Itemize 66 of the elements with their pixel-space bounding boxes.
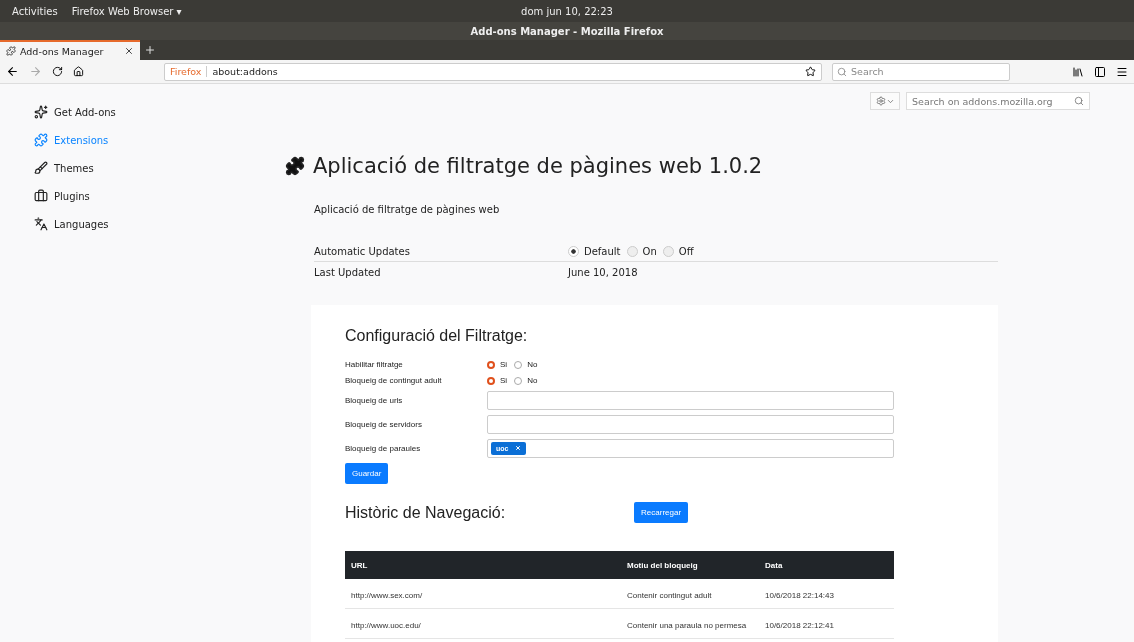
sidebar-item[interactable]: Languages <box>34 214 285 234</box>
sidebar-item[interactable]: Get Add-ons <box>34 102 285 122</box>
back-icon[interactable] <box>6 65 19 78</box>
input-field[interactable] <box>487 415 894 434</box>
addon-description: Aplicació de filtratge de pàgines web <box>314 204 501 215</box>
language-icon <box>34 217 48 231</box>
puzzle-icon <box>285 156 305 176</box>
sidebar-icon[interactable] <box>1094 65 1106 78</box>
tools-button[interactable] <box>870 92 900 110</box>
column-header: Data <box>765 560 784 570</box>
column-header: Motiu del bloqueig <box>627 560 699 570</box>
radio-option[interactable]: Si <box>487 376 508 385</box>
brush-icon <box>34 161 48 175</box>
menu-icon[interactable] <box>1116 65 1128 78</box>
puzzle-icon <box>6 46 16 56</box>
clock: dom jun 10, 22:23 <box>521 5 613 17</box>
briefcase-icon <box>34 189 48 203</box>
field-label: Bloqueig de contingut adult <box>345 376 443 385</box>
url-field[interactable]: Firefox about:addons <box>164 62 822 81</box>
field-label: Habilitar filtratge <box>345 360 404 369</box>
save-button[interactable]: Guardar <box>345 463 389 484</box>
table-cell-text: http://www.sex.com/ <box>351 590 424 602</box>
table-cell-text: 10/6/2018 22:12:41 <box>765 620 835 632</box>
search-field[interactable]: Search <box>832 62 1010 81</box>
radio-option[interactable]: Default <box>568 245 621 257</box>
addon-title: Aplicació de filtratge de pàgines web 1.0.2 <box>313 154 763 178</box>
reload-button[interactable]: Recarregar <box>634 502 689 523</box>
radio-option[interactable]: No <box>514 360 538 369</box>
sparkle-icon <box>34 105 48 119</box>
radio-option[interactable]: On <box>626 245 657 257</box>
addon-search-field[interactable]: Search on addons.mozilla.org <box>906 92 1090 110</box>
sidebar-item[interactable]: Themes <box>34 158 285 178</box>
close-icon[interactable] <box>124 46 134 56</box>
window-title: Add-ons Manager - Mozilla Firefox <box>0 22 1134 40</box>
activities-button[interactable]: Activities <box>12 5 58 17</box>
browser-tab[interactable]: Add-ons Manager <box>0 40 140 60</box>
detail-label: Automatic Updates <box>314 245 411 257</box>
remove-tag-icon[interactable] <box>515 445 522 452</box>
field-label: Bloqueig de paraules <box>345 444 422 453</box>
field-label: Bloqueig de urls <box>345 396 404 405</box>
star-icon[interactable] <box>805 66 816 77</box>
sidebar-item[interactable]: Plugins <box>34 186 285 206</box>
home-icon[interactable] <box>73 66 84 77</box>
radio-option[interactable]: Si <box>487 360 508 369</box>
gear-icon <box>875 96 886 106</box>
table-cell-text: 10/6/2018 22:14:43 <box>765 590 835 602</box>
puzzle-icon <box>34 133 48 147</box>
table-cell-text: Contenir una paraula no permesa <box>627 620 748 632</box>
radio-option[interactable]: No <box>514 376 538 385</box>
table-cell-text: http://www.uoc.edu/ <box>351 620 422 632</box>
input-field[interactable] <box>487 391 894 410</box>
detail-label: Last Updated <box>314 267 382 278</box>
section-heading: Històric de Navegació: <box>345 503 506 522</box>
table-cell-text: Contenir contingut adult <box>627 590 713 602</box>
new-tab-icon[interactable] <box>144 44 156 56</box>
radio-option[interactable]: Off <box>662 245 694 257</box>
reload-icon[interactable] <box>52 66 63 77</box>
search-icon <box>837 66 847 77</box>
search-icon <box>1074 96 1084 106</box>
app-menu[interactable]: Firefox Web Browser ▾ <box>71 5 182 17</box>
field-label: Bloqueig de servidors <box>345 420 423 429</box>
detail-value: June 10, 2018 <box>568 267 639 278</box>
sidebar-item[interactable]: Extensions <box>34 130 285 150</box>
section-heading: Configuració del Filtratge: <box>345 327 529 345</box>
library-icon[interactable] <box>1072 65 1084 78</box>
column-header: URL <box>351 560 369 570</box>
